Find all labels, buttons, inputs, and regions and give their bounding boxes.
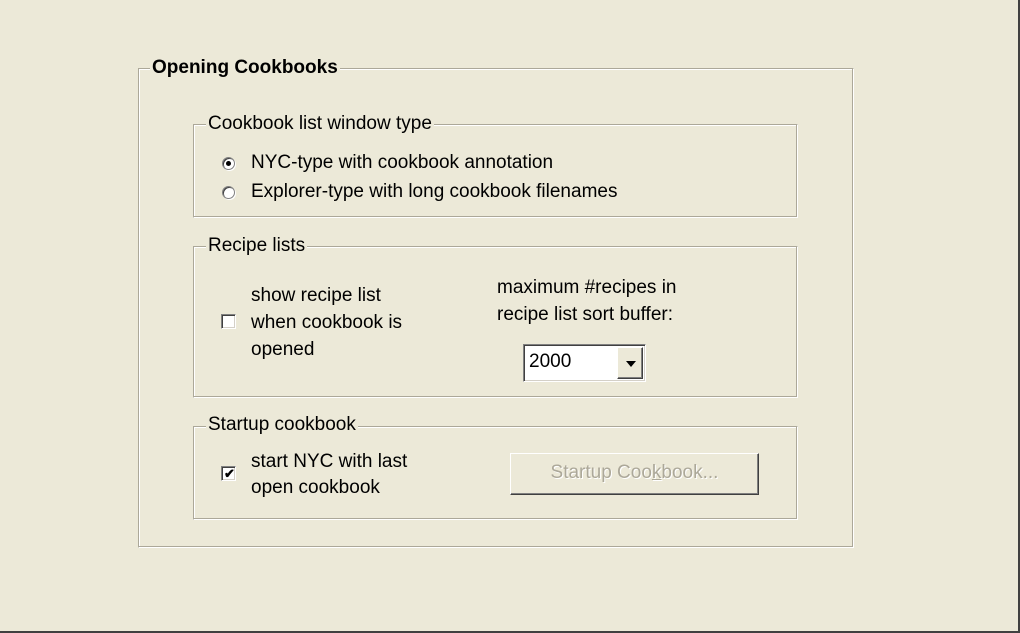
start-with-last-checkbox[interactable]: ✔ <box>221 466 236 481</box>
recipe-lists-title: Recipe lists <box>206 235 308 257</box>
radio-explorer-type-label[interactable]: Explorer-type with long cookbook filenam… <box>251 181 617 203</box>
radio-explorer-type[interactable] <box>222 186 235 199</box>
list-type-title: Cookbook list window type <box>206 113 434 135</box>
radio-nyc-type-label[interactable]: NYC-type with cookbook annotation <box>251 152 553 174</box>
startup-cookbook-title: Startup cookbook <box>206 414 358 436</box>
show-recipe-list-label-line1[interactable]: show recipe list <box>251 285 381 307</box>
chevron-down-icon <box>626 361 636 367</box>
show-recipe-list-label-line2[interactable]: when cookbook is <box>251 312 402 334</box>
startup-cookbook-button-label-a: Startup Coo <box>550 462 652 483</box>
max-recipes-label-line1: maximum #recipes in <box>497 277 677 298</box>
startup-cookbook-button[interactable]: Startup Cookbook... <box>510 453 759 495</box>
show-recipe-list-checkbox[interactable] <box>221 314 236 329</box>
opening-cookbooks-title: Opening Cookbooks <box>150 57 340 79</box>
max-recipes-dropdown[interactable]: 2000 <box>523 344 646 382</box>
start-with-last-label-line1[interactable]: start NYC with last <box>251 451 407 473</box>
show-recipe-list-label-line3[interactable]: opened <box>251 339 314 361</box>
start-with-last-label-line2[interactable]: open cookbook <box>251 477 380 499</box>
startup-cookbook-button-label-b: book... <box>661 462 719 483</box>
startup-cookbook-button-mnemonic: k <box>651 462 662 483</box>
max-recipes-value: 2000 <box>529 351 572 372</box>
checkmark-icon: ✔ <box>224 466 235 481</box>
dropdown-button[interactable] <box>617 347 643 379</box>
radio-nyc-type[interactable] <box>222 157 235 170</box>
max-recipes-label-line2: recipe list sort buffer: <box>497 304 674 325</box>
